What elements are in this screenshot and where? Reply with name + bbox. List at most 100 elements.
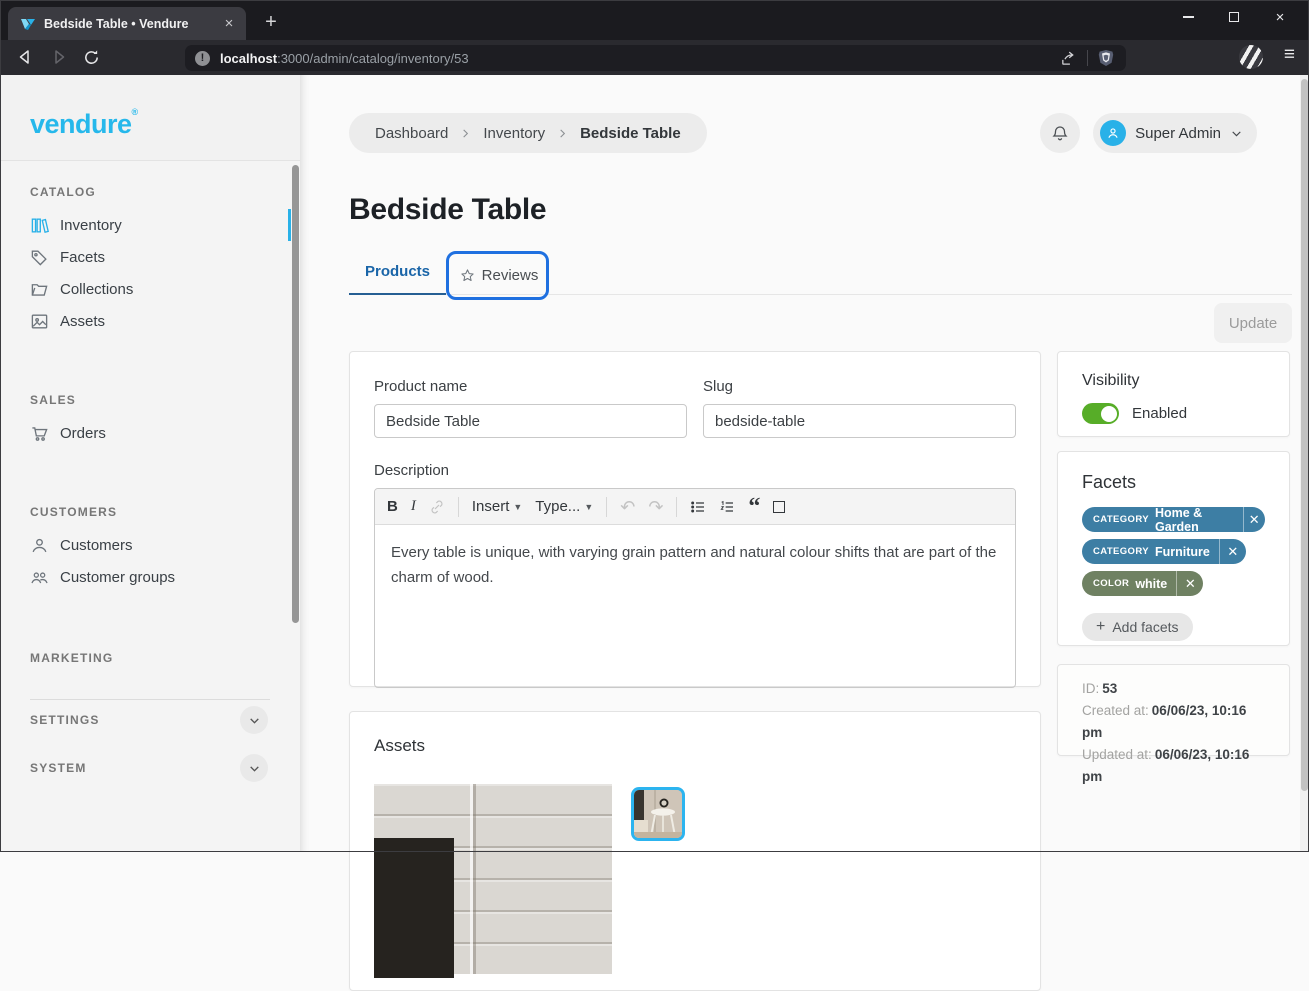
image-icon [30, 311, 50, 331]
close-button[interactable]: × [1257, 0, 1303, 34]
facet-group-label: CATEGORY [1093, 546, 1149, 557]
section-heading-marketing: MARKETING [30, 651, 300, 665]
remove-facet-icon[interactable]: ✕ [1177, 571, 1203, 596]
featured-asset-image[interactable] [374, 784, 612, 974]
sidebar-section-system[interactable]: SYSTEM [0, 748, 300, 788]
users-icon [30, 567, 50, 587]
entity-info-card: ID:53 Created at:06/06/23, 10:16 pm Upda… [1057, 664, 1290, 756]
sidebar-item-label: Collections [60, 281, 133, 298]
user-menu[interactable]: Super Admin [1093, 113, 1257, 153]
remove-facet-icon[interactable]: ✕ [1243, 507, 1265, 532]
page-scrollbar[interactable] [1300, 75, 1309, 852]
visibility-card: Visibility Enabled [1057, 351, 1290, 437]
redo-icon[interactable]: ↷ [648, 498, 663, 516]
tab-reviews-label: Reviews [482, 267, 539, 284]
breadcrumb-dashboard[interactable]: Dashboard [375, 125, 448, 142]
type-dropdown[interactable]: Type...▼ [535, 498, 593, 515]
sidebar-item-label: Orders [60, 425, 106, 442]
insert-dropdown[interactable]: Insert▼ [472, 498, 522, 515]
product-name-input[interactable] [374, 404, 687, 438]
sidebar-item-assets[interactable]: Assets [0, 305, 300, 337]
undo-icon[interactable]: ↶ [620, 498, 635, 516]
chevron-down-icon[interactable] [240, 754, 268, 782]
vendure-logo[interactable]: vendure® [30, 109, 138, 139]
new-tab-button[interactable]: + [258, 10, 284, 36]
sidebar-item-label: Customers [60, 537, 133, 554]
breadcrumb-inventory[interactable]: Inventory [483, 125, 545, 142]
bell-icon [1051, 124, 1069, 142]
chevron-down-icon [1230, 127, 1243, 140]
description-label: Description [374, 462, 1016, 479]
browser-tabstrip: Bedside Table • Vendure × + × [0, 0, 1309, 40]
sidebar-item-collections[interactable]: Collections [0, 273, 300, 305]
sidebar-section-settings[interactable]: SETTINGS [0, 700, 300, 740]
enabled-toggle[interactable] [1082, 403, 1119, 424]
tag-icon [30, 247, 50, 267]
bullet-list-icon[interactable] [690, 499, 706, 515]
notifications-button[interactable] [1040, 113, 1080, 153]
user-avatar-icon [1100, 120, 1126, 146]
sidebar-item-inventory[interactable]: Inventory [0, 209, 300, 241]
sidebar-scrollbar[interactable] [292, 165, 299, 623]
back-icon[interactable] [12, 44, 38, 70]
maximize-button[interactable] [1211, 0, 1257, 34]
ordered-list-icon[interactable] [719, 499, 735, 515]
main-content: Dashboard Inventory Bedside Table Super … [300, 75, 1309, 852]
folder-icon [30, 279, 50, 299]
description-editor-body[interactable]: Every table is unique, with varying grai… [375, 525, 1015, 687]
share-icon[interactable] [1060, 50, 1077, 67]
minimize-button[interactable] [1165, 0, 1211, 34]
remove-facet-icon[interactable]: ✕ [1220, 539, 1246, 564]
visibility-title: Visibility [1082, 372, 1265, 390]
italic-button[interactable]: I [411, 498, 416, 515]
browser-profile-avatar[interactable] [1239, 45, 1263, 69]
sidebar-item-label: Assets [60, 313, 105, 330]
assets-card: Assets [349, 711, 1041, 991]
caret-down-icon: ▼ [584, 502, 593, 512]
url-text: localhost:3000/admin/catalog/inventory/5… [220, 51, 1060, 66]
product-name-label: Product name [374, 378, 687, 395]
site-info-icon[interactable]: ! [195, 51, 210, 66]
brave-shield-icon[interactable] [1098, 49, 1114, 67]
facet-group-label: CATEGORY [1093, 514, 1149, 525]
tab-close-icon[interactable]: × [220, 15, 238, 32]
facet-chip: CATEGORY Home & Garden ✕ [1082, 507, 1265, 532]
sidebar-item-customers[interactable]: Customers [0, 529, 300, 561]
asset-thumbnail[interactable] [631, 787, 685, 841]
bold-button[interactable]: B [387, 498, 398, 515]
url-bar[interactable]: ! localhost:3000/admin/catalog/inventory… [185, 45, 1126, 71]
rich-text-editor: B I Insert▼ Type...▼ ↶ ↷ “ [374, 488, 1016, 688]
add-facets-button[interactable]: + Add facets [1082, 613, 1193, 641]
reload-icon[interactable] [78, 44, 104, 70]
code-block-icon[interactable] [773, 501, 785, 513]
page-scrollbar-thumb[interactable] [1301, 79, 1308, 791]
user-name: Super Admin [1135, 125, 1221, 142]
chevron-down-icon[interactable] [240, 706, 268, 734]
sidebar-item-facets[interactable]: Facets [0, 241, 300, 273]
section-heading-system: SYSTEM [30, 761, 87, 775]
browser-tab[interactable]: Bedside Table • Vendure × [8, 7, 246, 40]
browser-menu-icon[interactable]: ≡ [1284, 44, 1295, 66]
sidebar-item-customer-groups[interactable]: Customer groups [0, 561, 300, 593]
slug-input[interactable] [703, 404, 1016, 438]
sidebar-item-label: Inventory [60, 217, 122, 234]
facet-value-label: Home & Garden [1155, 506, 1234, 534]
assets-title: Assets [374, 736, 1016, 756]
forward-icon[interactable] [46, 44, 72, 70]
caret-down-icon: ▼ [513, 502, 522, 512]
updated-row: Updated at:06/06/23, 10:16 pm [1082, 744, 1265, 788]
tabs-divider [349, 294, 1292, 295]
facet-value-label: Furniture [1155, 545, 1210, 559]
plus-icon: + [1096, 618, 1105, 636]
update-button[interactable]: Update [1214, 303, 1292, 343]
sidebar-item-label: Facets [60, 249, 105, 266]
blockquote-icon[interactable]: “ [748, 500, 760, 514]
asset-thumbnail-image [634, 790, 682, 838]
library-icon [30, 215, 50, 235]
tab-products[interactable]: Products [349, 256, 446, 295]
link-icon[interactable] [429, 499, 445, 515]
sidebar-item-orders[interactable]: Orders [0, 417, 300, 449]
chevron-right-icon [460, 128, 471, 139]
tab-reviews[interactable]: Reviews [456, 256, 542, 294]
star-icon [460, 268, 475, 283]
